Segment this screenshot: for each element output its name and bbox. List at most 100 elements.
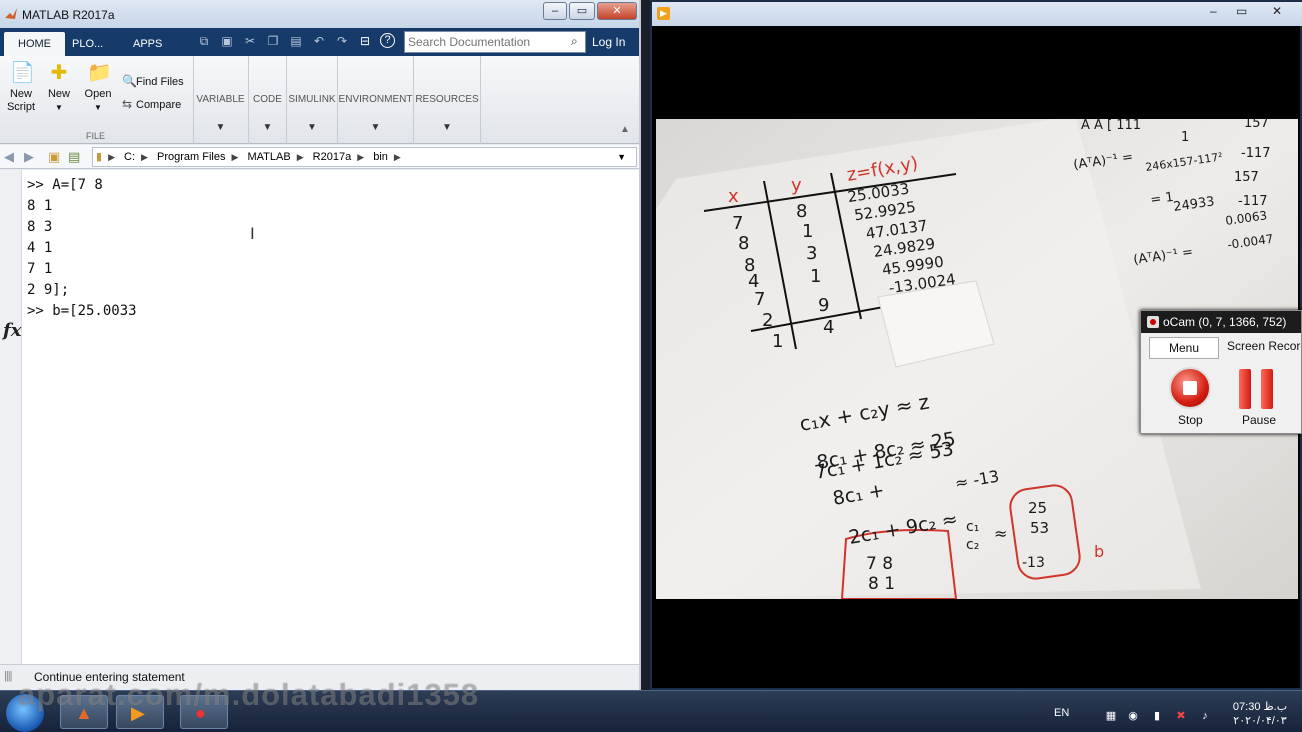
ocam-recorder-window: oCam (0, 7, 1366, 752) Menu Screen Recor… [1140, 310, 1302, 434]
video-title-bar[interactable]: ▶ – ▭ ✕ [652, 2, 1302, 26]
screen-recording-tab[interactable]: Screen Recordi [1227, 339, 1301, 353]
find-files-icon: 🔍 [122, 74, 137, 88]
equation: 25 [1028, 499, 1047, 517]
tab-apps[interactable]: APPS [119, 32, 176, 56]
save-icon[interactable]: ▣ [219, 33, 235, 49]
open-button[interactable]: 📁 Open ▼ [82, 62, 114, 114]
up-folder-icon[interactable]: ▣ [48, 149, 60, 165]
pause-icon[interactable] [1239, 369, 1275, 409]
maximize-button[interactable]: ▭ [1236, 4, 1247, 18]
address-bar: ◀ ▶ ▣ ▤ ▮ ▶ C: ▶ Program Files ▶ MATLAB ▶ R2… [0, 145, 639, 169]
path-c[interactable]: C: [124, 151, 135, 163]
x-value: 7 [732, 213, 743, 234]
code-label: CODE [253, 94, 282, 105]
simulink-group[interactable]: SIMULINK ▼ [286, 56, 337, 144]
folder-icon: ▮ [96, 151, 103, 163]
x-value: 2 [762, 310, 773, 331]
resources-group[interactable]: RESOURCES ▼ [413, 56, 481, 144]
y-value: 1 [802, 221, 813, 242]
forward-icon[interactable]: ▶ [24, 149, 34, 165]
volume-icon[interactable]: ♪ [1198, 709, 1212, 723]
variable-group[interactable]: VARIABLE ▼ [193, 56, 247, 144]
network-icon[interactable]: ▦ [1104, 709, 1118, 723]
compare-icon: ⇆ [122, 97, 133, 111]
plus-icon: ✚ [50, 62, 68, 84]
ocam-title-bar[interactable]: oCam (0, 7, 1366, 752) [1141, 311, 1301, 333]
equation: ≈ [994, 524, 1007, 543]
y-value: 1 [810, 266, 821, 287]
taskbar: ▲ ▶ ● aparat.com/m.dolatabadi1358 EN ▦ ◉… [0, 677, 1302, 732]
ocam-menu-button[interactable]: Menu [1149, 337, 1219, 359]
y-value: 9 [818, 295, 829, 316]
chevron-down-icon: ▼ [442, 122, 452, 133]
system-clock[interactable]: 07:30 ب.ظ ۲۰۲۰/۰۴/۰۳ [1222, 700, 1298, 728]
file-group-label: FILE [86, 131, 106, 141]
header-y: y [791, 175, 802, 196]
close-button[interactable]: ✕ [597, 2, 637, 20]
browse-folder-icon[interactable]: ▤ [68, 149, 80, 165]
stop-label[interactable]: Stop [1178, 413, 1203, 427]
find-files-button[interactable]: 🔍Find Files [122, 74, 184, 88]
note-text: = 1 [1149, 190, 1174, 208]
command-window[interactable]: fx >> A=[7 8 8 1 8 3 4 1 7 1 2 9]; >> b=… [0, 170, 639, 664]
search-icon[interactable]: ⌕ [571, 34, 578, 49]
path-bin[interactable]: bin [373, 151, 388, 163]
environment-label: ENVIRONMENT [338, 94, 413, 105]
note-text: 157 [1244, 119, 1269, 131]
command-line: 4 1 [27, 240, 53, 256]
command-line: 2 9]; [27, 282, 70, 298]
warning-icon[interactable]: ✖ [1174, 709, 1188, 723]
code-group[interactable]: CODE ▼ [248, 56, 286, 144]
path-matlab[interactable]: MATLAB [247, 151, 290, 163]
tab-plots[interactable]: PLO... [58, 32, 117, 56]
language-indicator[interactable]: EN [1054, 707, 1069, 719]
maximize-button[interactable]: ▭ [569, 2, 595, 20]
tab-home[interactable]: HOME [4, 32, 65, 56]
path-program-files[interactable]: Program Files [157, 151, 225, 163]
help-icon[interactable]: ? [380, 33, 395, 48]
equation: c₂ [966, 537, 979, 553]
command-line: >> b=[25.0033 [27, 303, 137, 319]
environment-group[interactable]: ENVIRONMENT ▼ [337, 56, 413, 144]
fx-function-browser-icon[interactable]: fx [3, 320, 21, 341]
chevron-down-icon: ▼ [370, 122, 381, 133]
new-button[interactable]: ✚ New ▼ [44, 62, 74, 114]
home-ribbon: 📄 New Script ✚ New ▼ 📁 Open ▼ 🔍Find File… [0, 56, 639, 144]
undo-icon[interactable]: ↶ [311, 33, 327, 49]
app-tray-icon[interactable]: ◉ [1126, 709, 1140, 723]
path-dropdown-icon[interactable]: ▼ [617, 148, 626, 166]
stop-icon[interactable] [1169, 367, 1211, 409]
collapse-ribbon-icon[interactable]: ▲ [620, 124, 630, 135]
pause-label[interactable]: Pause [1242, 413, 1276, 427]
chevron-right-icon: ▶ [231, 152, 239, 162]
note-text: A A [ 111 [1081, 119, 1141, 133]
copy-icon[interactable]: ❐ [265, 33, 281, 49]
new-script-label: New Script [6, 88, 36, 113]
player-icon: ▶ [657, 7, 670, 20]
command-line: 7 1 [27, 261, 53, 277]
resources-label: RESOURCES [415, 94, 479, 105]
equation: 8 1 [868, 574, 895, 594]
minimize-button[interactable]: – [543, 2, 567, 20]
layout-icon[interactable]: ⧉ [196, 33, 212, 49]
login-link[interactable]: Log In [592, 35, 625, 49]
cut-icon[interactable]: ✂ [242, 33, 258, 49]
switch-windows-icon[interactable]: ⊟ [357, 33, 373, 49]
path-r2017a[interactable]: R2017a [313, 151, 352, 163]
matlab-title-bar[interactable]: MATLAB R2017a – ▭ ✕ [0, 0, 639, 28]
equation: 7 8 [866, 554, 893, 574]
redo-icon[interactable]: ↷ [334, 33, 350, 49]
paste-icon[interactable]: ▤ [288, 33, 304, 49]
search-documentation-input[interactable] [404, 31, 586, 53]
equation: -13 [1022, 555, 1045, 571]
x-value: 1 [772, 331, 783, 352]
window-title: MATLAB R2017a [22, 8, 115, 22]
compare-button[interactable]: ⇆ Compare [122, 97, 181, 111]
current-folder-path[interactable]: ▮ ▶ C: ▶ Program Files ▶ MATLAB ▶ R2017a ▶ bi… [92, 147, 637, 167]
minimize-button[interactable]: – [1210, 4, 1217, 18]
battery-icon[interactable]: ▮ [1150, 709, 1164, 723]
close-button[interactable]: ✕ [1272, 4, 1282, 18]
new-script-icon: 📄 [10, 62, 35, 84]
new-script-button[interactable]: 📄 New Script [4, 62, 38, 114]
back-icon[interactable]: ◀ [4, 149, 14, 165]
